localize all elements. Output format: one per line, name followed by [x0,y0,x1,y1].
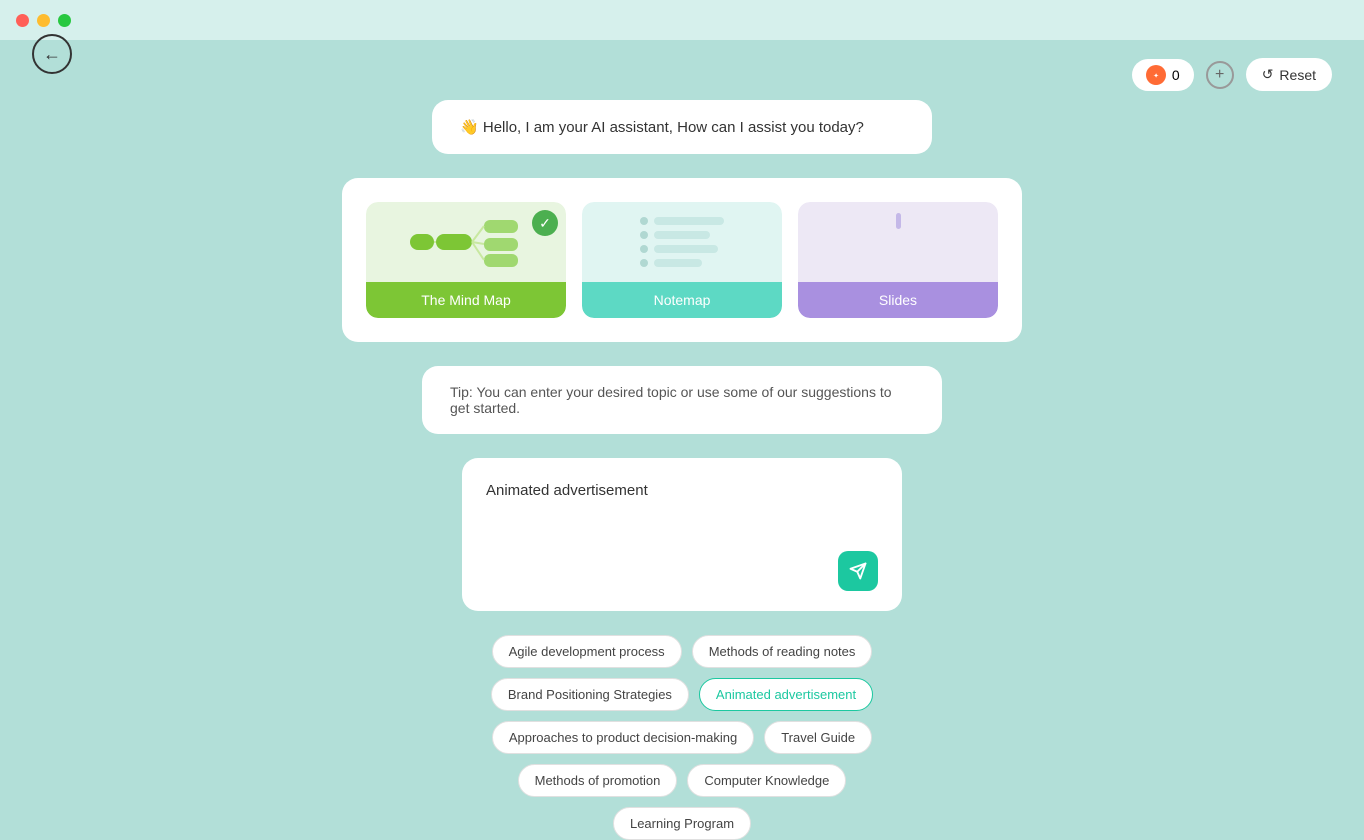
tip-box: Tip: You can enter your desired topic or… [422,366,942,434]
suggestion-chip[interactable]: Brand Positioning Strategies [491,678,689,711]
send-icon [849,562,867,580]
slides-preview [798,202,998,282]
notemap-label: Notemap [582,282,782,318]
suggestions-container: Agile development process Methods of read… [462,635,902,840]
tip-text: Tip: You can enter your desired topic or… [450,384,892,416]
traffic-light-minimize[interactable] [37,14,50,27]
notemap-row [640,245,724,253]
notemap-row [640,259,724,267]
back-button[interactable]: ← [32,34,72,74]
svg-text:✦: ✦ [1153,72,1159,80]
traffic-light-close[interactable] [16,14,29,27]
topic-input[interactable] [486,478,878,538]
plus-button[interactable]: + [1206,61,1234,89]
greeting-emoji: 👋 [460,119,479,136]
mindmap-diagram [406,212,526,272]
notemap-row [640,231,724,239]
mode-selection-card: ✓ The Mind Map [342,178,1022,342]
reset-button[interactable]: ↺ Reset [1246,58,1332,91]
notemap-row [640,217,724,225]
score-box: ✦ 0 [1132,59,1194,91]
suggestion-chip[interactable]: Approaches to product decision-making [492,721,754,754]
suggestion-chip[interactable]: Methods of promotion [518,764,678,797]
back-icon: ← [43,44,61,65]
mode-option-slides[interactable]: Slides [798,202,998,318]
reset-label: Reset [1279,67,1316,83]
suggestion-chip[interactable]: Computer Knowledge [687,764,846,797]
suggestion-chip[interactable]: Learning Program [613,807,751,840]
plus-icon: + [1215,66,1224,84]
mode-option-notemap[interactable]: Notemap [582,202,782,318]
suggestion-chip[interactable]: Travel Guide [764,721,872,754]
suggestion-chip[interactable]: Methods of reading notes [692,635,873,668]
score-value: 0 [1172,67,1180,83]
traffic-light-maximize[interactable] [58,14,71,27]
greeting-text: Hello, I am your AI assistant, How can I… [483,119,864,136]
suggestion-chip[interactable]: Animated advertisement [699,678,873,711]
input-footer [486,551,878,591]
input-card [462,458,902,611]
suggestion-chip[interactable]: Agile development process [492,635,682,668]
top-right-controls: ✦ 0 + ↺ Reset [1132,58,1332,91]
notemap-preview [582,202,782,282]
titlebar [0,0,1364,40]
greeting-box: 👋 Hello, I am your AI assistant, How can… [432,100,932,154]
score-icon: ✦ [1146,65,1166,85]
main-content: 👋 Hello, I am your AI assistant, How can… [0,100,1364,840]
mindmap-label: The Mind Map [366,282,566,318]
slides-label: Slides [798,282,998,318]
send-button[interactable] [838,551,878,591]
selected-check: ✓ [532,210,558,236]
reset-icon: ↺ [1262,66,1274,83]
mode-option-mindmap[interactable]: ✓ The Mind Map [366,202,566,318]
